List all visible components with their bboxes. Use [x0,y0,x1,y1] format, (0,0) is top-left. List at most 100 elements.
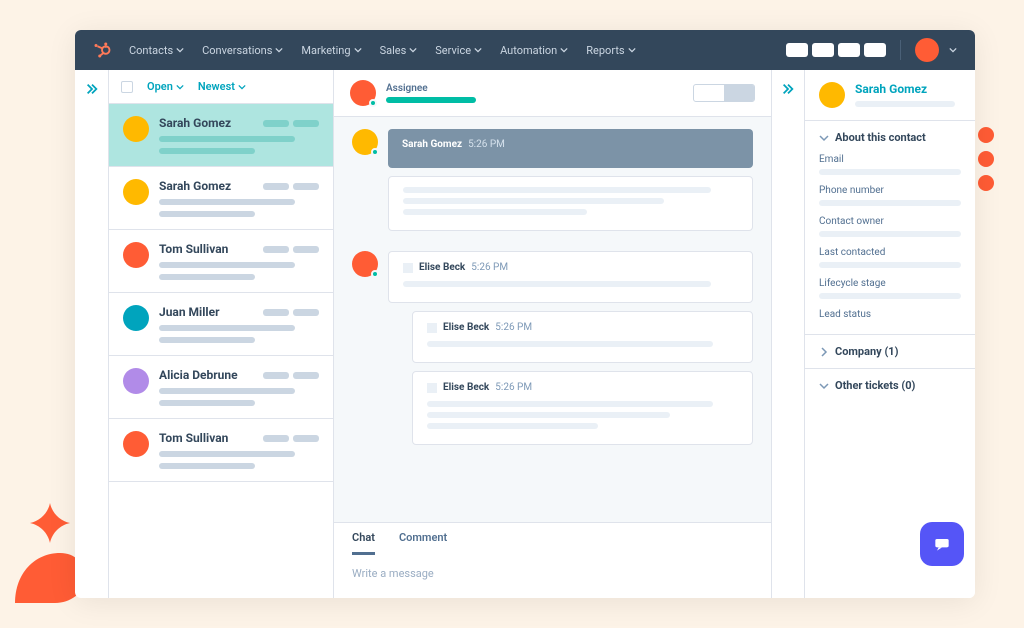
chevrons-right-icon [781,82,795,96]
contact-field: Lead status [819,309,961,320]
view-toggle [693,84,755,102]
right-collapse-rail[interactable] [771,70,805,598]
conversation-name: Tom Sullivan [159,242,319,256]
avatar [123,179,149,205]
chevron-down-icon [354,46,362,54]
chat-icon [932,534,952,554]
nav-util-button[interactable] [864,43,886,57]
thread-header: Assignee [334,70,771,117]
contact-field: Phone number [819,185,961,206]
view-toggle-option[interactable] [724,85,754,101]
nav-util-button[interactable] [812,43,834,57]
assignee-value-placeholder [386,97,476,103]
top-nav: Contacts Conversations Marketing Sales S… [75,30,975,70]
chevron-down-icon [238,83,246,91]
nav-reports[interactable]: Reports [586,44,635,57]
avatar [123,242,149,268]
section-company-toggle[interactable]: Company (1) [819,345,961,358]
nav-util-button[interactable] [786,43,808,57]
section-about-toggle[interactable]: About this contact [819,131,961,144]
field-label: Last contacted [819,247,961,258]
nav-right [786,38,957,62]
field-label: Email [819,154,961,165]
message-group: Elise Beck5:26 PM Elise Beck5:26 PM Elis… [352,251,753,453]
filter-sort[interactable]: Newest [198,80,246,93]
square-icon [427,323,437,333]
conversation-item[interactable]: Tom Sullivan [109,419,333,482]
avatar [352,251,378,277]
message-list: Sarah Gomez5:26 PM Elise Beck5:26 PM Eli… [334,117,771,522]
tab-comment[interactable]: Comment [399,531,447,555]
chat-launcher-button[interactable] [920,522,964,566]
app-window: Contacts Conversations Marketing Sales S… [75,30,975,598]
tab-chat[interactable]: Chat [352,531,375,555]
conversation-item[interactable]: Alicia Debrune [109,356,333,419]
nav-util-button[interactable] [838,43,860,57]
field-value-placeholder [819,200,961,206]
nav-menu: Contacts Conversations Marketing Sales S… [129,44,768,57]
thread-panel: Assignee Sarah Gomez5:26 PM Elise Beck5:… [334,70,771,598]
message-meta: Elise Beck5:26 PM [427,322,738,333]
contact-field: Email [819,154,961,175]
contact-field: Lifecycle stage [819,278,961,299]
composer-input[interactable]: Write a message [334,555,771,598]
message-bubble[interactable] [388,176,753,231]
field-label: Phone number [819,185,961,196]
chevron-down-icon [176,46,184,54]
message-meta: Sarah Gomez5:26 PM [402,139,739,150]
conversation-item[interactable]: Juan Miller [109,293,333,356]
select-all-checkbox[interactable] [121,81,133,93]
assignee-avatar[interactable] [350,80,376,106]
nav-conversations[interactable]: Conversations [202,44,283,57]
section-company: Company (1) [805,334,975,368]
contact-header: Sarah Gomez [805,70,975,120]
contact-avatar[interactable] [819,82,845,108]
conversation-filters: Open Newest [109,70,333,104]
chevron-down-icon [819,381,829,391]
chevron-down-icon [275,46,283,54]
message-bubble[interactable]: Elise Beck5:26 PM [388,251,753,303]
chevron-down-icon [819,133,829,143]
nav-automation[interactable]: Automation [500,44,568,57]
message-meta: Elise Beck5:26 PM [427,382,738,393]
message-bubble[interactable]: Elise Beck5:26 PM [412,311,753,363]
section-tickets-toggle[interactable]: Other tickets (0) [819,379,961,392]
nav-contacts[interactable]: Contacts [129,44,184,57]
message-bubble[interactable]: Sarah Gomez5:26 PM [388,129,753,168]
field-value-placeholder [819,231,961,237]
view-toggle-option[interactable] [694,85,724,101]
conversation-list: Open Newest Sarah Gomez Sarah Gomez [109,70,334,598]
field-label: Contact owner [819,216,961,227]
user-avatar[interactable] [915,38,939,62]
nav-sales[interactable]: Sales [380,44,418,57]
filter-status[interactable]: Open [147,80,184,93]
contact-field: Last contacted [819,247,961,268]
avatar [352,129,378,155]
chevron-down-icon [409,46,417,54]
conversation-name: Sarah Gomez [159,116,319,130]
section-tickets: Other tickets (0) [805,368,975,402]
app-body: Open Newest Sarah Gomez Sarah Gomez [75,70,975,598]
avatar [123,116,149,142]
field-value-placeholder [819,262,961,268]
message-bubble[interactable]: Elise Beck5:26 PM [412,371,753,445]
square-icon [403,263,413,273]
nav-service[interactable]: Service [435,44,482,57]
conversation-item[interactable]: Sarah Gomez [109,104,333,167]
chevron-down-icon [176,83,184,91]
chevron-down-icon [628,46,636,54]
message-group: Sarah Gomez5:26 PM [352,129,753,239]
composer-tabs: Chat Comment [334,522,771,555]
field-label: Lead status [819,309,961,320]
left-collapse-rail[interactable] [75,70,109,598]
message-meta: Elise Beck5:26 PM [403,262,738,273]
contact-name-link[interactable]: Sarah Gomez [855,82,955,96]
conversation-item[interactable]: Sarah Gomez [109,167,333,230]
nav-marketing[interactable]: Marketing [301,44,361,57]
conversation-item[interactable]: Tom Sullivan [109,230,333,293]
avatar [123,368,149,394]
field-value-placeholder [819,293,961,299]
conversation-name: Tom Sullivan [159,431,319,445]
chevron-down-icon [474,46,482,54]
hubspot-logo[interactable] [93,41,111,59]
